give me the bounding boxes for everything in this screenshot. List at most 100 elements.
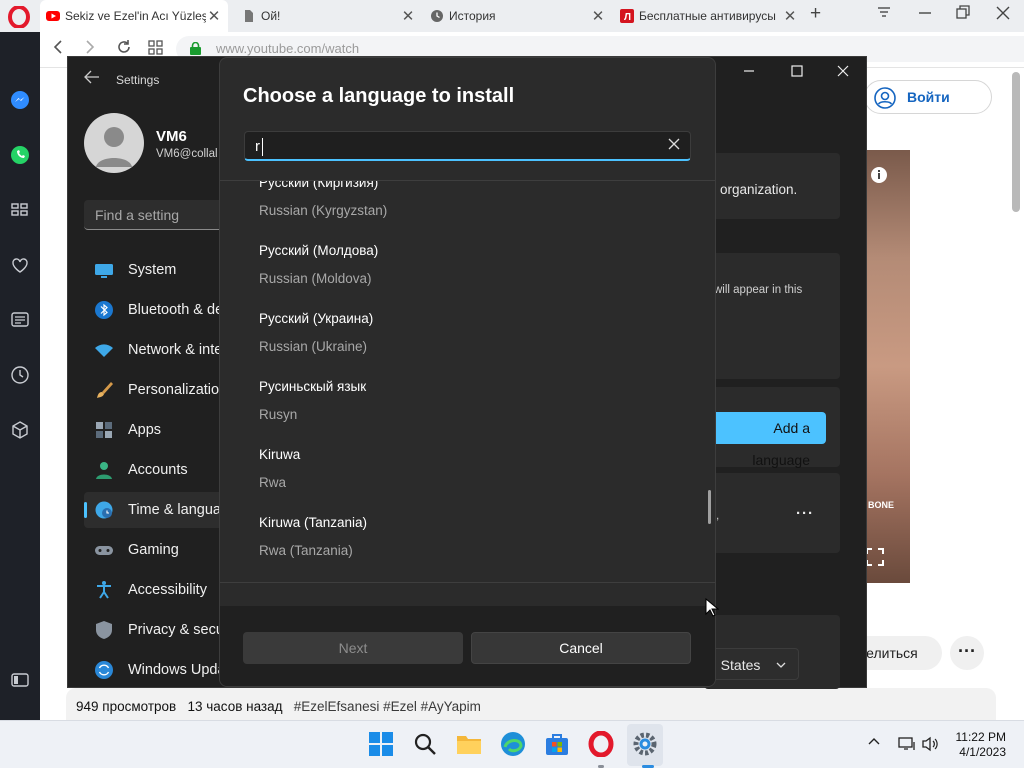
nav-item-bluetooth[interactable]: Bluetooth & de <box>84 292 234 328</box>
gamepad-icon <box>95 546 113 555</box>
workspaces-icon[interactable] <box>10 200 30 220</box>
language-native-name: Русский (Киргизия) <box>259 181 379 190</box>
tab-close-icon[interactable]: ✕ <box>206 7 222 25</box>
add-language-button[interactable]: Add a language <box>712 412 826 468</box>
heart-icon[interactable] <box>10 255 30 275</box>
page-scrollbar[interactable] <box>1012 72 1020 212</box>
tab-close-icon[interactable]: ✕ <box>782 7 798 25</box>
opera-sidebar <box>0 32 40 720</box>
nav-item-personalization[interactable]: Personalization <box>84 372 234 408</box>
tab-youtube[interactable]: Sekiz ve Ezel'in Acı Yüzleş ✕ <box>40 0 228 32</box>
find-setting-input[interactable]: Find a setting <box>84 200 234 230</box>
dialog-footer: Next Cancel <box>220 606 715 686</box>
login-label: Войти <box>907 89 950 105</box>
nav-label: Gaming <box>128 542 179 558</box>
sidebar-toggle-icon[interactable] <box>10 670 30 690</box>
back-arrow-icon[interactable] <box>84 70 100 87</box>
nav-label: Time & langua <box>128 502 221 518</box>
back-icon[interactable] <box>52 39 64 60</box>
nav-item-accounts[interactable]: Accounts <box>84 452 234 488</box>
settings-card: organization. <box>704 153 840 219</box>
news-icon[interactable] <box>10 310 30 330</box>
list-scrollbar[interactable] <box>708 490 711 524</box>
language-english-name: Russian (Ukraine) <box>259 339 368 354</box>
tab-antivirus[interactable]: Л Бесплатные антивирусы ✕ <box>614 0 804 32</box>
minimize-icon[interactable] <box>918 4 932 24</box>
start-icon[interactable] <box>368 731 394 757</box>
region-dropdown[interactable]: d States <box>703 648 799 680</box>
panel-text: will appear in this <box>714 284 803 296</box>
list-item[interactable]: Русиньскый язык Rusyn <box>220 379 710 447</box>
edge-icon[interactable] <box>500 731 526 757</box>
brush-icon <box>97 382 113 398</box>
cancel-button[interactable]: Cancel <box>471 632 691 664</box>
accessibility-icon <box>97 581 111 599</box>
tab-history[interactable]: История ✕ <box>424 0 612 32</box>
settings-minimize-icon[interactable] <box>742 63 756 82</box>
search-value: r <box>255 138 260 155</box>
opera-logo-icon[interactable] <box>8 6 30 28</box>
list-item[interactable]: Русский (Украина) Russian (Ukraine) <box>220 311 710 379</box>
settings-close-icon[interactable] <box>836 63 850 82</box>
list-item[interactable]: Русский (Молдова) Russian (Moldova) <box>220 243 710 311</box>
extensions-cube-icon[interactable] <box>10 420 30 440</box>
youtube-login-button[interactable]: Войти <box>864 80 992 114</box>
tab-title: Ой! <box>261 9 281 23</box>
next-button[interactable]: Next <box>243 632 463 664</box>
nav-item-accessibility[interactable]: Accessibility <box>84 572 234 608</box>
messenger-icon[interactable] <box>10 90 30 110</box>
wifi-icon <box>95 344 113 357</box>
fullscreen-icon[interactable] <box>866 548 884 566</box>
nav-item-gaming[interactable]: Gaming <box>84 532 234 568</box>
hashtags[interactable]: #EzelEfsanesi #Ezel #AyYapim <box>294 699 481 714</box>
tab-menu-icon[interactable] <box>876 4 892 24</box>
settings-maximize-icon[interactable] <box>790 63 804 82</box>
update-icon <box>95 661 113 679</box>
nav-item-network[interactable]: Network & inte <box>84 332 234 368</box>
store-icon[interactable] <box>544 731 570 757</box>
nav-item-time-language[interactable]: Time & langua <box>84 492 234 528</box>
show-hidden-icons-icon[interactable] <box>868 736 880 751</box>
tab-close-icon[interactable]: ✕ <box>400 7 416 25</box>
opera-icon[interactable] <box>588 731 614 757</box>
clear-search-icon[interactable] <box>668 137 680 153</box>
nav-label: Accounts <box>128 462 188 478</box>
system-clock[interactable]: 11:22 PM 4/1/2023 <box>956 730 1006 760</box>
choose-language-dialog: Choose a language to install r Русский (… <box>219 57 716 687</box>
user-avatar-icon <box>96 127 132 167</box>
close-window-icon[interactable] <box>996 4 1010 24</box>
user-name: VM6 <box>156 128 187 145</box>
settings-icon[interactable] <box>632 731 658 757</box>
view-count: 949 просмотров <box>76 699 177 714</box>
upload-age: 13 часов назад <box>187 699 283 714</box>
nav-item-apps[interactable]: Apps <box>84 412 234 448</box>
language-search-input[interactable]: r <box>244 131 691 161</box>
mouse-cursor-icon <box>705 598 719 617</box>
nav-item-system[interactable]: System <box>84 252 234 288</box>
nav-item-privacy[interactable]: Privacy & secu <box>84 612 234 648</box>
nav-item-windows-update[interactable]: Windows Upda <box>84 652 234 688</box>
search-icon[interactable] <box>412 731 438 757</box>
new-tab-button[interactable]: + <box>810 3 821 25</box>
tab-close-icon[interactable]: ✕ <box>590 7 606 25</box>
tab-oy[interactable]: Ой! ✕ <box>236 0 422 32</box>
file-explorer-icon[interactable] <box>456 731 482 757</box>
selection-indicator <box>84 502 87 518</box>
avatar[interactable] <box>84 113 144 173</box>
more-actions-button[interactable]: ··· <box>950 636 984 670</box>
list-item[interactable]: Русский (Киргизия) Russian (Kyrgyzstan) <box>220 181 710 243</box>
nav-label: Network & inte <box>128 342 223 358</box>
history-icon[interactable] <box>10 365 30 385</box>
network-icon[interactable] <box>898 736 916 755</box>
video-player[interactable]: BONE <box>866 150 910 583</box>
list-item[interactable]: Kiruwa (Tanzania) Rwa (Tanzania) <box>220 515 710 582</box>
info-icon[interactable] <box>870 166 888 184</box>
volume-icon[interactable] <box>922 736 940 755</box>
list-item[interactable]: Kiruwa Rwa <box>220 447 710 515</box>
restore-icon[interactable] <box>956 4 970 24</box>
language-card[interactable]: n, <box>704 473 840 553</box>
url-text: www.youtube.com/watch <box>216 41 360 56</box>
nav-label: Accessibility <box>128 582 207 598</box>
more-options-icon[interactable]: ··· <box>796 505 814 522</box>
whatsapp-icon[interactable] <box>10 145 30 165</box>
